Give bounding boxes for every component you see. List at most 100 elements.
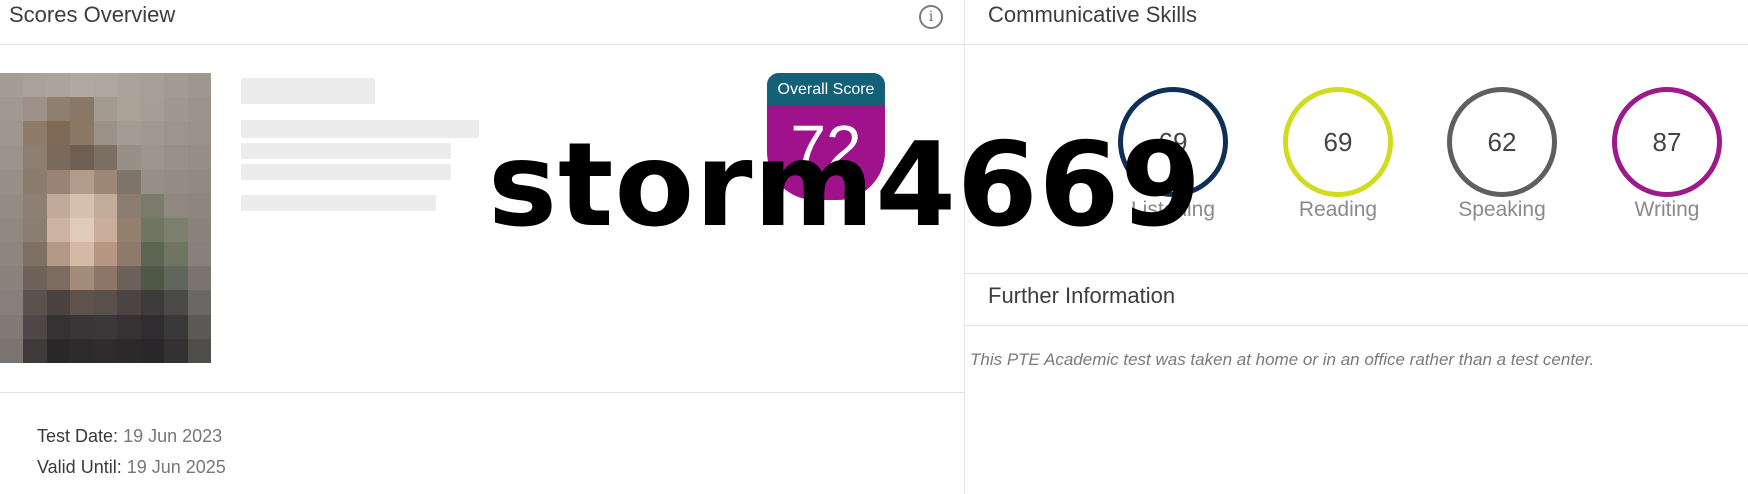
photo-pixel: [46, 121, 71, 146]
photo-pixel: [140, 217, 165, 243]
photo-pixel: [46, 169, 71, 194]
photo-pixel: [46, 217, 71, 243]
test-date: Test Date: 19 Jun 2023: [37, 426, 222, 447]
photo-pixel: [140, 314, 165, 339]
photo-pixel: [93, 217, 118, 243]
writing-label: Writing: [1634, 198, 1700, 221]
redacted-detail: [241, 120, 479, 138]
test-date-label: Test Date:: [37, 426, 119, 446]
photo-pixel: [187, 242, 211, 267]
photo-pixel: [164, 266, 188, 291]
skills-divider: [964, 273, 1748, 274]
info-icon[interactable]: i: [919, 5, 943, 29]
photo-pixel: [0, 73, 24, 98]
reading-score: 69: [1323, 126, 1353, 157]
photo-pixel: [140, 290, 165, 315]
photo-pixel: [187, 338, 211, 363]
photo-pixel: [164, 193, 188, 218]
watermark-text: storm4669: [488, 118, 1203, 253]
photo-pixel: [187, 217, 211, 243]
writing-score-circle: 87: [1612, 87, 1722, 197]
photo-pixel: [187, 169, 211, 194]
photo-pixel: [70, 73, 94, 98]
photo-pixel: [70, 145, 94, 170]
photo-pixel: [93, 97, 118, 122]
photo-pixel: [46, 314, 71, 339]
photo-pixel: [70, 193, 94, 218]
redacted-detail: [241, 164, 451, 180]
photo-pixel: [93, 290, 118, 315]
reading-label: Reading: [1298, 198, 1378, 221]
communicative-skills-title: Communicative Skills: [988, 2, 1198, 27]
photo-pixel: [46, 266, 71, 291]
photo-pixel: [164, 338, 188, 363]
photo-pixel: [93, 266, 118, 291]
photo-pixel: [187, 193, 211, 218]
photo-pixel: [70, 169, 94, 194]
photo-pixel: [93, 145, 118, 170]
photo-pixel: [70, 242, 94, 267]
photo-pixel: [140, 97, 165, 122]
photo-pixel: [70, 314, 94, 339]
photo-pixel: [93, 242, 118, 267]
photo-pixel: [117, 193, 141, 218]
photo-pixel: [187, 266, 211, 291]
candidate-photo: [0, 73, 211, 363]
photo-pixel: [117, 290, 141, 315]
photo-pixel: [46, 145, 71, 170]
speaking-label: Speaking: [1458, 198, 1546, 221]
photo-pixel: [70, 217, 94, 243]
overall-score-label: Overall Score: [767, 73, 885, 106]
photo-pixel: [23, 121, 47, 146]
photo-pixel: [23, 145, 47, 170]
test-date-value: 19 Jun 2023: [123, 426, 223, 446]
photo-pixel: [0, 290, 24, 315]
photo-pixel: [187, 73, 211, 98]
photo-pixel: [46, 73, 71, 98]
photo-pixel: [140, 193, 165, 218]
right-header-divider: [964, 44, 1748, 45]
photo-pixel: [140, 338, 165, 363]
photo-pixel: [140, 121, 165, 146]
photo-pixel: [93, 314, 118, 339]
reading-score-circle: 69: [1283, 87, 1393, 197]
photo-pixel: [117, 121, 141, 146]
photo-pixel: [117, 73, 141, 98]
photo-pixel: [117, 338, 141, 363]
valid-until-label: Valid Until:: [37, 457, 122, 477]
photo-pixel: [164, 121, 188, 146]
photo-pixel: [70, 121, 94, 146]
photo-pixel: [46, 193, 71, 218]
photo-pixel: [187, 145, 211, 170]
photo-pixel: [140, 169, 165, 194]
photo-pixel: [93, 338, 118, 363]
photo-pixel: [117, 266, 141, 291]
further-information-note: This PTE Academic test was taken at home…: [970, 350, 1595, 369]
speaking-score-circle: 62: [1447, 87, 1557, 197]
photo-pixel: [140, 145, 165, 170]
photo-pixel: [23, 242, 47, 267]
photo-pixel: [23, 73, 47, 98]
valid-until-value: 19 Jun 2025: [126, 457, 226, 477]
photo-pixel: [70, 266, 94, 291]
photo-pixel: [187, 121, 211, 146]
photo-pixel: [23, 169, 47, 194]
photo-pixel: [117, 314, 141, 339]
scores-overview-title: Scores Overview: [9, 2, 176, 27]
photo-pixel: [117, 242, 141, 267]
photo-pixel: [164, 290, 188, 315]
photo-pixel: [117, 217, 141, 243]
photo-pixel: [117, 169, 141, 194]
photo-pixel: [187, 97, 211, 122]
photo-pixel: [23, 97, 47, 122]
photo-pixel: [0, 121, 24, 146]
valid-until: Valid Until: 19 Jun 2025: [37, 457, 226, 478]
photo-pixel: [0, 97, 24, 122]
photo-pixel: [164, 73, 188, 98]
photo-pixel: [164, 169, 188, 194]
left-footer-divider: [0, 392, 964, 393]
redacted-detail: [241, 195, 436, 211]
photo-pixel: [164, 242, 188, 267]
photo-pixel: [46, 242, 71, 267]
photo-pixel: [93, 193, 118, 218]
